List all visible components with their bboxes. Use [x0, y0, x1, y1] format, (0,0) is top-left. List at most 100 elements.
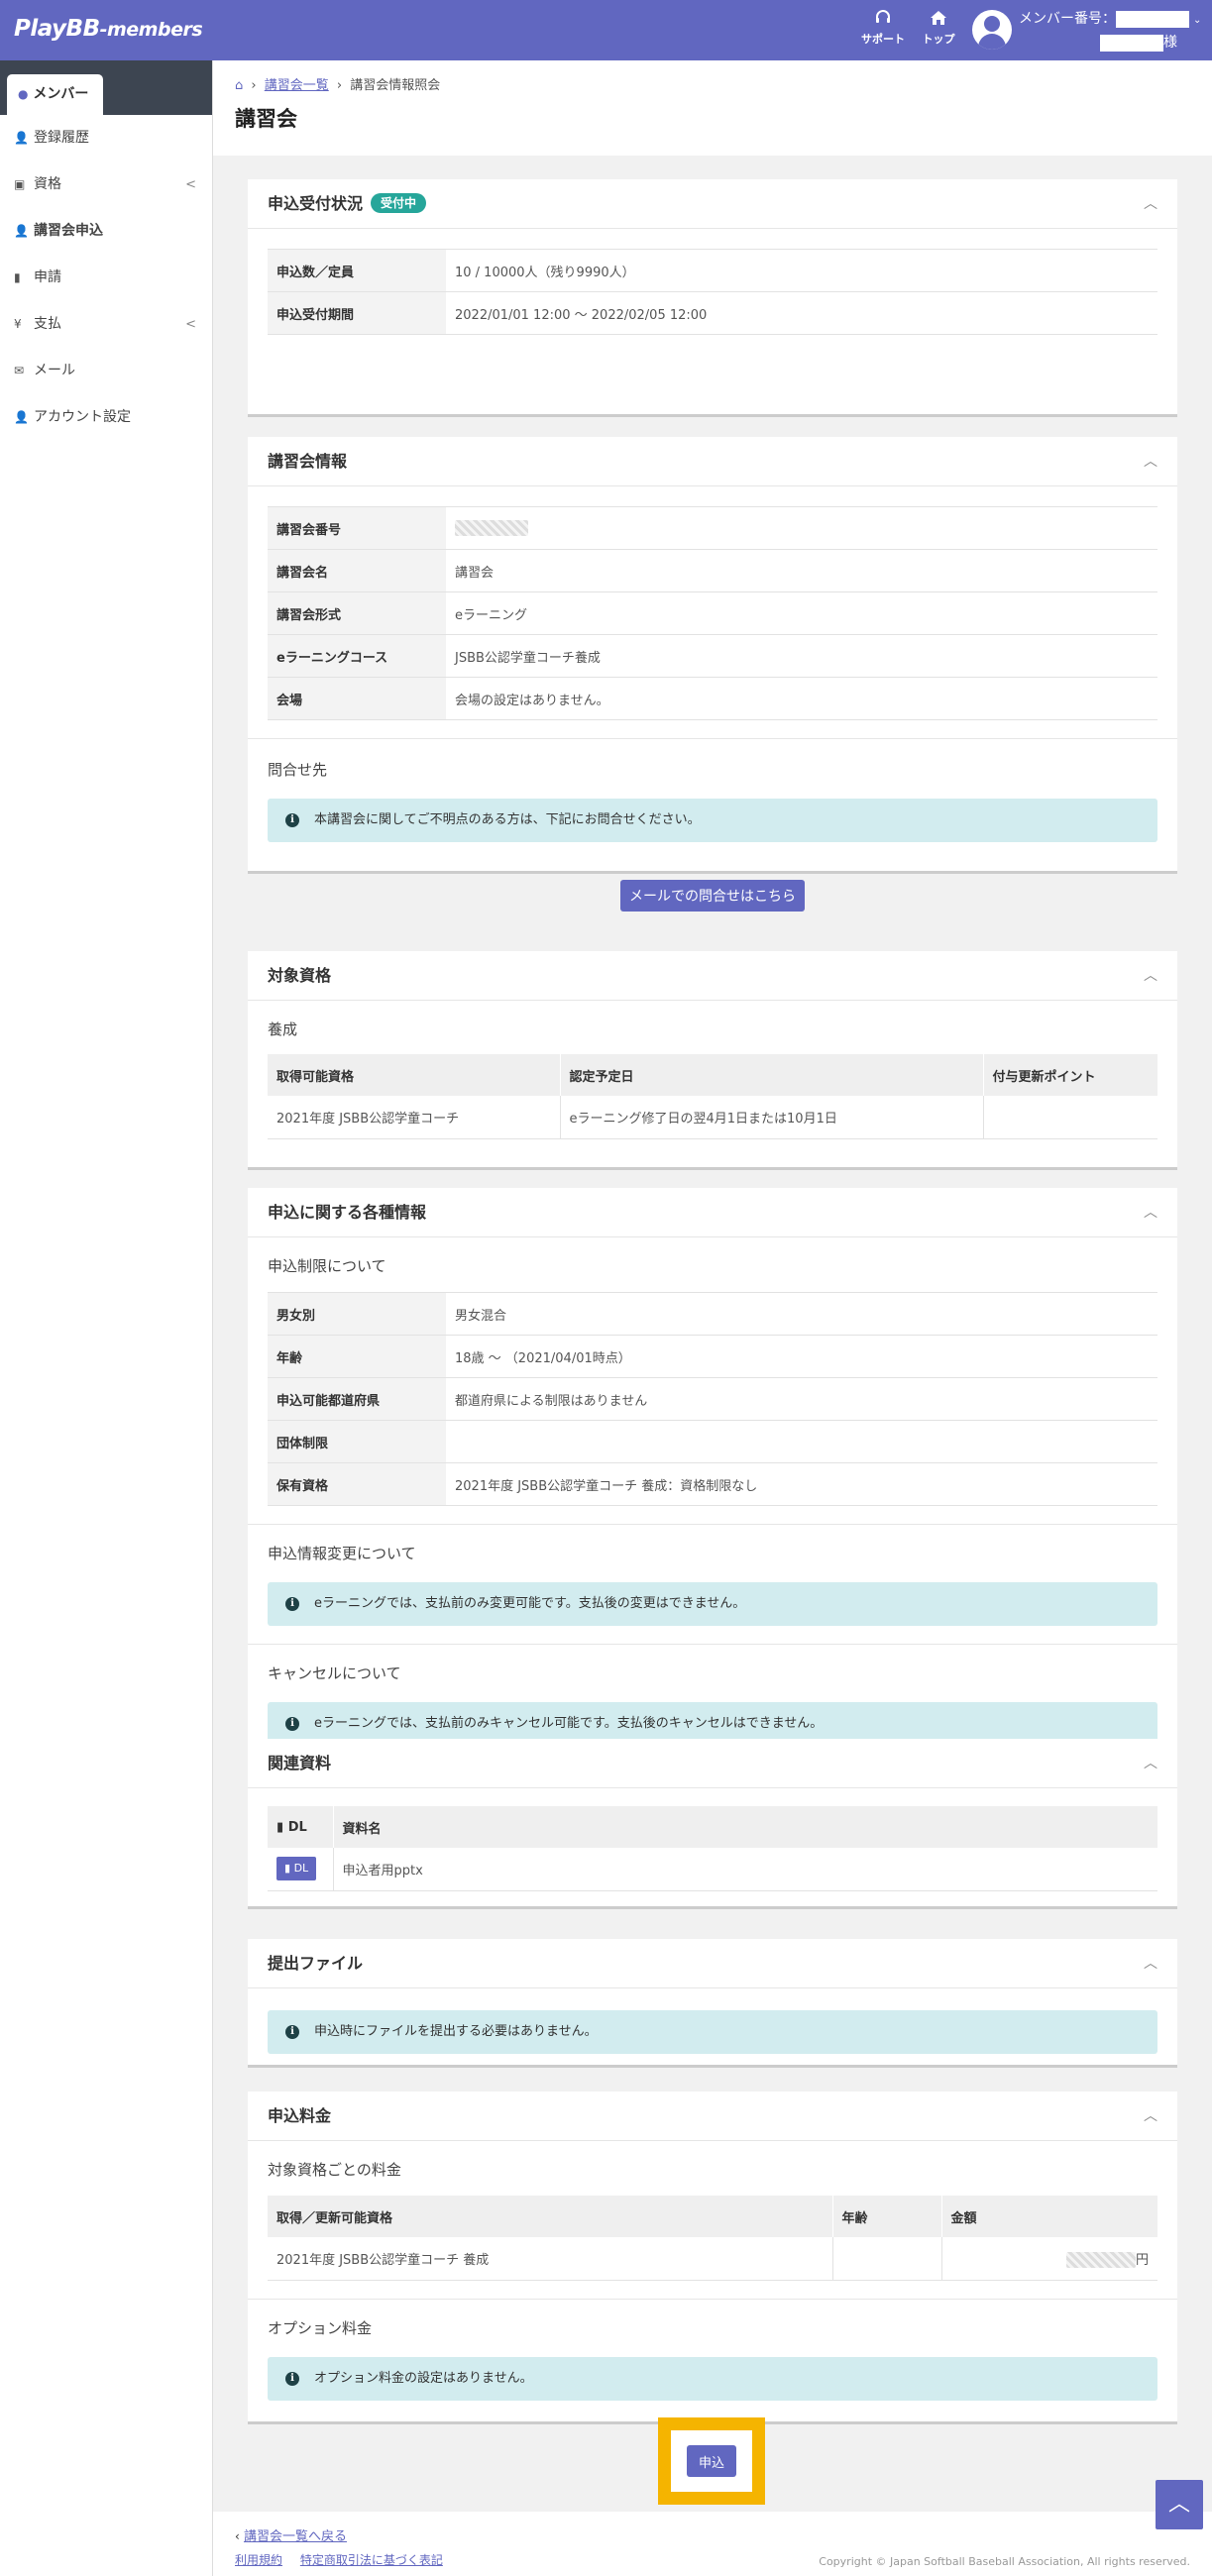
card-title: 関連資料 — [268, 1754, 332, 1772]
card-title: 申込に関する各種情報 — [268, 1203, 427, 1222]
page-header: ⌂ › 講習会一覧 › 講習会情報照会 講習会 — [213, 60, 1212, 156]
related-docs-card: 関連資料 ︿ ▮ DL 資料名 ▮ DL 申込者用pptx — [248, 1739, 1177, 1909]
table-row: eラーニングコース JSBB公認学童コーチ養成 — [268, 634, 1157, 678]
info-icon: i — [285, 2371, 299, 2386]
table-row: 申込数／定員 10 / 10000人（残り9990人） — [268, 249, 1157, 292]
card-title: 申込料金 — [268, 2106, 332, 2125]
contact-alert: i 本講習会に関してご不明点のある方は、下記にお問合せください。 — [268, 799, 1157, 842]
user-check-icon: 👤 — [14, 224, 29, 238]
footer: ‹ 講習会一覧へ戻る 利用規約 特定商取引法に基づく表記 Copyright ©… — [213, 2512, 1212, 2576]
fee-card: 申込料金 ︿ 対象資格ごとの料金 取得／更新可能資格 年齢 金額 2021年度 JS… — [248, 2092, 1177, 2424]
sidebar-item-course-apply[interactable]: 👤 講習会申込 — [0, 208, 212, 255]
page-title: 講習会 — [235, 107, 297, 131]
breadcrumb-current: 講習会情報照会 — [350, 78, 441, 93]
fee-subtitle: 対象資格ごとの料金 — [268, 2161, 401, 2179]
qualification-subtitle: 養成 — [268, 1020, 298, 1038]
member-name-redacted — [1100, 34, 1163, 52]
option-fee-alert: i オプション料金の設定はありません。 — [268, 2356, 1157, 2401]
change-alert: i eラーニングでは、支払前のみ変更可能です。支払後の変更はできません。 — [268, 1582, 1157, 1626]
status-card: 申込受付状況 受付中 ︿ 申込数／定員 10 / 10000人（残り9990人） 申… — [248, 179, 1177, 417]
info-icon: i — [285, 813, 299, 827]
chevron-left-icon: ‹ — [235, 2529, 240, 2543]
table-row: 2021年度 JSBB公認学童コーチ eラーニング修了日の翌4月1日または10月1… — [268, 1096, 1157, 1139]
headset-icon — [858, 9, 908, 31]
download-button[interactable]: ▮ DL — [276, 1857, 317, 1881]
file-icon: ▮ — [276, 1819, 284, 1835]
cancel-title: キャンセルについて — [268, 1664, 401, 1682]
chevron-left-icon: < — [185, 177, 196, 192]
sidebar-item-application[interactable]: ▮ 申請 — [0, 255, 212, 301]
sidebar-item-history[interactable]: 👤 登録履歴 — [0, 115, 212, 161]
chevron-up-icon[interactable]: ︿ — [1144, 951, 1157, 1001]
scroll-to-top-button[interactable]: ︿ — [1156, 2480, 1203, 2529]
copyright: Copyright © Japan Softball Baseball Asso… — [819, 2555, 1190, 2568]
file-icon: ▮ — [284, 1862, 291, 1876]
mail-contact-button[interactable]: メールでの問合せはこちら — [620, 880, 805, 912]
home-icon[interactable]: ⌂ — [235, 78, 243, 93]
breadcrumb: ⌂ › 講習会一覧 › 講習会情報照会 — [235, 78, 441, 93]
chevron-up-icon[interactable]: ︿ — [1144, 1939, 1157, 1988]
user-icon: ● — [18, 87, 29, 101]
docs-table: ▮ DL 資料名 ▮ DL 申込者用pptx — [268, 1806, 1157, 1891]
info-icon: i — [285, 1717, 299, 1731]
terms-link[interactable]: 利用規約 — [235, 2553, 282, 2567]
chevron-down-icon: ⌄ — [1193, 15, 1202, 26]
table-row: ▮ DL 申込者用pptx — [268, 1848, 1157, 1891]
redacted-amount — [1065, 2252, 1136, 2268]
status-table: 申込数／定員 10 / 10000人（残り9990人） 申込受付期間 2022/01… — [268, 249, 1157, 335]
id-card-icon: ▣ — [14, 177, 26, 191]
chevron-up-icon[interactable]: ︿ — [1144, 1188, 1157, 1237]
member-info[interactable]: メンバー番号： ⌄ 様 — [1019, 8, 1207, 54]
table-row: 申込可能都道府県 都道府県による制限はありません — [268, 1377, 1157, 1421]
submit-files-card: 提出ファイル ︿ i 申込時にファイルを提出する必要はありません。 — [248, 1939, 1177, 2068]
course-info-table: 講習会番号 講習会名 講習会 講習会形式 eラーニング eラーニングコース JSBB公… — [268, 506, 1157, 720]
sidebar-item-qualification[interactable]: ▣ 資格 < — [0, 161, 212, 208]
chevron-up-icon: ︿ — [1167, 2492, 1190, 2517]
card-title: 提出ファイル — [268, 1954, 364, 1973]
breadcrumb-course-list[interactable]: 講習会一覧 — [265, 78, 329, 93]
card-title: 講習会情報 — [268, 452, 348, 471]
table-row: 年齢 18歳 〜 （2021/04/01時点） — [268, 1335, 1157, 1378]
info-icon: i — [285, 1597, 299, 1611]
top-header: PlayBB-members サポート トップ メンバー番号： ⌄ 様 — [0, 0, 1212, 60]
file-icon: ▮ — [14, 270, 21, 284]
table-row: 男女別 男女混合 — [268, 1292, 1157, 1336]
chevron-left-icon: < — [185, 317, 196, 332]
apply-info-card: 申込に関する各種情報 ︿ 申込制限について 男女別 男女混合 年齢 18歳 〜 （2… — [248, 1188, 1177, 1771]
top-button[interactable]: トップ — [914, 9, 963, 47]
table-row: 2021年度 JSBB公認学童コーチ 養成円 — [268, 2237, 1157, 2281]
logo[interactable]: PlayBB-members — [14, 16, 203, 42]
chevron-up-icon[interactable]: ︿ — [1144, 179, 1157, 229]
support-button[interactable]: サポート — [858, 9, 908, 47]
table-row: 会場 会場の設定はありません。 — [268, 677, 1157, 720]
fee-table: 取得／更新可能資格 年齢 金額 2021年度 JSBB公認学童コーチ 養成円 — [268, 2196, 1157, 2281]
limit-title: 申込制限について — [268, 1257, 386, 1275]
card-title: 対象資格 — [268, 966, 332, 985]
info-icon: i — [285, 2025, 299, 2039]
sidebar-item-mail[interactable]: ✉ メール — [0, 348, 212, 394]
table-row: 講習会番号 — [268, 506, 1157, 550]
main-content: ⌂ › 講習会一覧 › 講習会情報照会 講習会 申込受付状況 受付中 ︿ 申込数／… — [213, 60, 1212, 2576]
yen-icon: ¥ — [14, 317, 22, 331]
status-badge: 受付中 — [371, 193, 427, 213]
card-title: 申込受付状況 — [268, 194, 364, 213]
chevron-up-icon[interactable]: ︿ — [1144, 2092, 1157, 2141]
change-title: 申込情報変更について — [268, 1545, 416, 1562]
contact-title: 問合せ先 — [268, 761, 328, 779]
envelope-icon: ✉ — [14, 364, 25, 377]
user-gear-icon: 👤 — [14, 410, 29, 424]
chevron-up-icon[interactable]: ︿ — [1144, 437, 1157, 486]
sidebar-item-payment[interactable]: ¥ 支払 < — [0, 301, 212, 348]
sidebar-item-account[interactable]: 👤 アカウント設定 — [0, 394, 212, 441]
option-fee-title: オプション料金 — [268, 2318, 373, 2337]
back-to-list-link[interactable]: 講習会一覧へ戻る — [244, 2529, 347, 2544]
member-number-redacted — [1116, 10, 1189, 28]
sidebar-member-tab[interactable]: ● メンバー — [7, 74, 103, 115]
home-icon — [914, 9, 963, 31]
chevron-up-icon[interactable]: ︿ — [1144, 1739, 1157, 1788]
apply-button[interactable]: 申込 — [687, 2445, 736, 2477]
law-link[interactable]: 特定商取引法に基づく表記 — [300, 2553, 443, 2567]
avatar[interactable] — [972, 10, 1012, 50]
limit-table: 男女別 男女混合 年齢 18歳 〜 （2021/04/01時点） 申込可能都道府県都… — [268, 1292, 1157, 1506]
qualification-table: 取得可能資格 認定予定日 付与更新ポイント 2021年度 JSBB公認学童コーチ eラ… — [268, 1054, 1157, 1139]
